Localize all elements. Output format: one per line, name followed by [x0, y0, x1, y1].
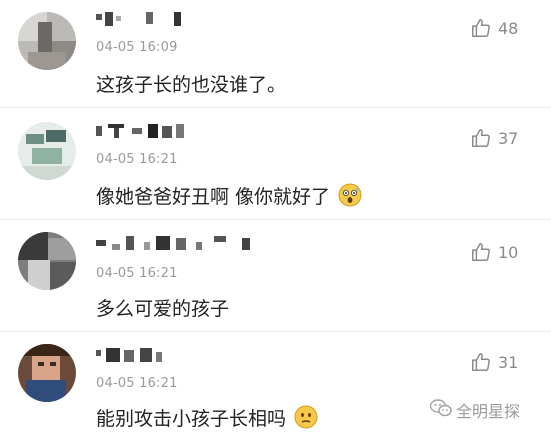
- like-button[interactable]: 10: [470, 240, 540, 264]
- comment-text: 多么可爱的孩子: [96, 298, 230, 320]
- comment-item: 04-05 16:09 这孩子长的也没谁了。 48: [0, 0, 551, 108]
- like-count: 10: [498, 242, 519, 262]
- wechat-logo-icon: [429, 399, 452, 421]
- avatar[interactable]: [18, 122, 76, 180]
- comment-time: 04-05 16:21: [96, 376, 178, 391]
- comment-text: 像她爸爸好丑啊 像你就好了: [96, 182, 362, 212]
- thumbs-up-icon: [470, 17, 492, 39]
- thumbs-up-icon: [470, 351, 492, 373]
- username-blurred[interactable]: [96, 348, 166, 362]
- comment-item: 04-05 16:21 像她爸爸好丑啊 像你就好了 37: [0, 108, 551, 220]
- astonished-face-icon: [338, 183, 362, 212]
- comment-text-content: 能别攻击小孩子长相吗: [96, 408, 287, 430]
- thumbs-up-icon: [470, 127, 492, 149]
- comment-time: 04-05 16:21: [96, 152, 178, 167]
- comment-text: 这孩子长的也没谁了。: [96, 74, 287, 96]
- avatar[interactable]: [18, 344, 76, 402]
- username-blurred[interactable]: [96, 124, 206, 138]
- comment-text: 能别攻击小孩子长相吗: [96, 404, 318, 434]
- like-button[interactable]: 31: [470, 350, 540, 374]
- avatar[interactable]: [18, 232, 76, 290]
- watermark-text: 全明星探: [456, 402, 521, 421]
- avatar[interactable]: [18, 12, 76, 70]
- like-button[interactable]: 37: [470, 126, 540, 150]
- thumbs-up-icon: [470, 241, 492, 263]
- like-count: 31: [498, 352, 519, 372]
- comment-item: 04-05 16:21 多么可爱的孩子 10: [0, 220, 551, 332]
- like-count: 37: [498, 128, 519, 148]
- comment-time: 04-05 16:09: [96, 40, 178, 55]
- confused-face-icon: [294, 405, 318, 434]
- watermark: 全明星探: [429, 398, 521, 422]
- comment-time: 04-05 16:21: [96, 266, 178, 281]
- username-blurred[interactable]: [96, 12, 186, 26]
- username-blurred[interactable]: [96, 236, 266, 250]
- comment-text-content: 像她爸爸好丑啊 像你就好了: [96, 186, 331, 208]
- like-button[interactable]: 48: [470, 16, 540, 40]
- like-count: 48: [498, 18, 519, 38]
